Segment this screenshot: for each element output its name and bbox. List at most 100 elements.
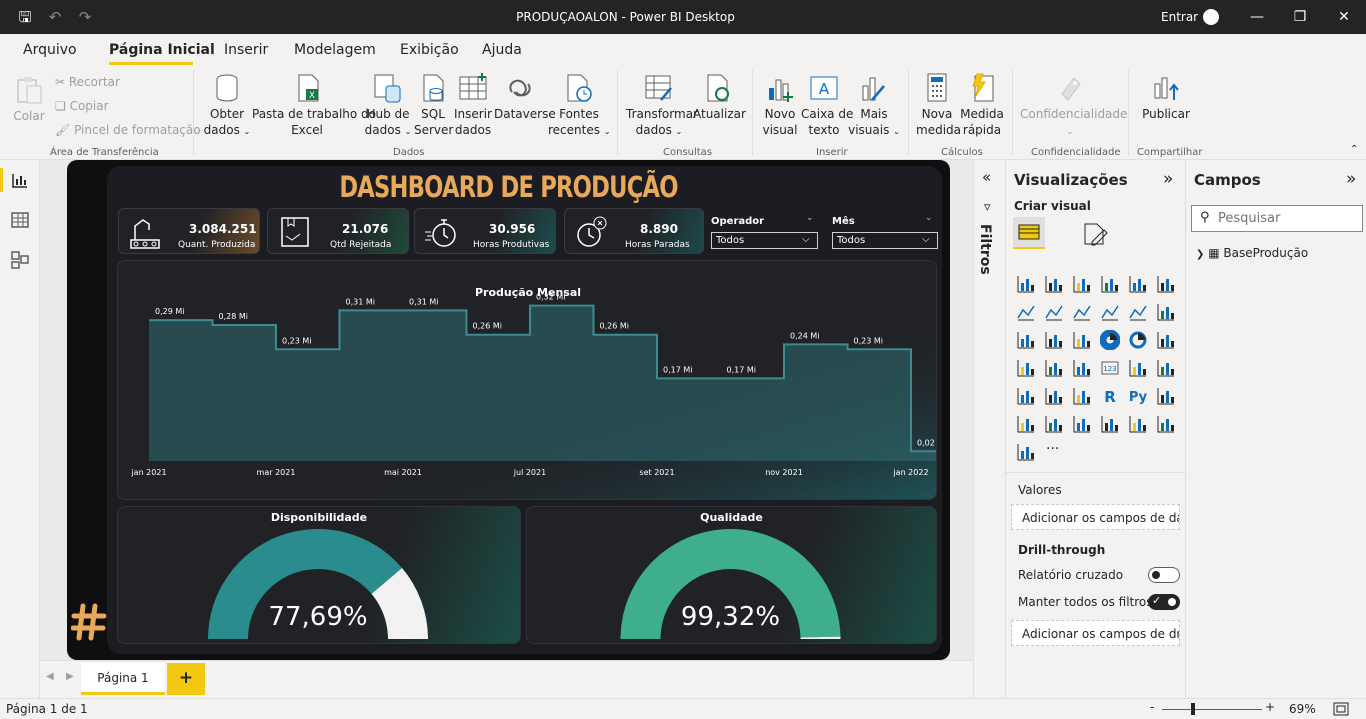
close-icon[interactable]: ✕ xyxy=(1332,8,1356,26)
filters-pane-collapsed[interactable]: « ▿ Filtros xyxy=(973,160,1005,698)
data-hub-button[interactable]: Hub de dados ⌄ xyxy=(364,72,412,140)
gauge-disponibilidade[interactable]: Disponibilidade 77,69% xyxy=(117,506,521,644)
transform-data-button[interactable]: Transformar dados ⌄ xyxy=(626,72,698,140)
drill-through-field-well[interactable]: Adicionar os campos de dr... xyxy=(1011,620,1180,646)
pie-chart-icon[interactable] xyxy=(1100,330,1120,350)
qa-icon[interactable] xyxy=(1044,414,1064,434)
waterfall-icon[interactable] xyxy=(1016,330,1036,350)
search-input[interactable] xyxy=(1218,209,1358,228)
area-chart-icon[interactable] xyxy=(1044,302,1064,322)
kpi-card-stopped-hours[interactable]: 8.890 Horas Paradas xyxy=(564,208,704,254)
get-data-button[interactable]: Obter dados ⌄ xyxy=(202,72,252,140)
kpi-icon[interactable] xyxy=(1156,358,1176,378)
metrics-icon[interactable] xyxy=(1128,414,1148,434)
keep-filters-toggle[interactable]: ✓ xyxy=(1148,594,1180,610)
line-column-icon[interactable] xyxy=(1100,302,1120,322)
collapse-viz-icon[interactable]: » xyxy=(1163,169,1173,189)
copy-button[interactable]: ❏ Copiar xyxy=(55,99,109,113)
quick-measure-button[interactable]: Medida rápida xyxy=(960,72,1004,138)
decomposition-tree-icon[interactable] xyxy=(1016,414,1036,434)
sql-server-button[interactable]: SQL Server xyxy=(414,72,453,138)
excel-button[interactable]: X Pasta de trabalho do Excel xyxy=(252,72,376,138)
filled-map-icon[interactable] xyxy=(1044,358,1064,378)
100-bar-icon[interactable] xyxy=(1128,274,1148,294)
clustered-bar-icon[interactable] xyxy=(1072,274,1092,294)
slicer-mes[interactable]: Mês ⌄ Todos ⌵ xyxy=(829,210,939,254)
kpi-card-productive-hours[interactable]: 30.956 Horas Produtivas xyxy=(414,208,556,254)
tab-modelagem[interactable]: Modelagem xyxy=(294,42,376,58)
donut-chart-icon[interactable] xyxy=(1128,330,1148,350)
tab-inserir[interactable]: Inserir xyxy=(224,42,268,58)
clustered-column-icon[interactable] xyxy=(1100,274,1120,294)
multi-row-card-icon[interactable] xyxy=(1128,358,1148,378)
slicer-icon[interactable] xyxy=(1016,386,1036,406)
table-view-icon[interactable] xyxy=(10,210,30,230)
avatar[interactable] xyxy=(1203,9,1219,25)
paste-button[interactable]: Colar xyxy=(12,74,46,124)
table-icon[interactable] xyxy=(1044,386,1064,406)
format-visual-icon[interactable] xyxy=(1080,220,1110,248)
dataverse-button[interactable]: Dataverse xyxy=(494,72,556,122)
python-visual-icon[interactable]: Py xyxy=(1128,386,1148,406)
restore-icon[interactable]: ❐ xyxy=(1288,8,1312,26)
tab-arquivo[interactable]: Arquivo xyxy=(23,42,77,58)
recent-sources-button[interactable]: Fontes recentes ⌄ xyxy=(548,72,611,140)
collapse-ribbon-icon[interactable]: ⌃ xyxy=(1350,144,1358,155)
paginated-report-icon[interactable] xyxy=(1100,414,1120,434)
page-tab-1[interactable]: Página 1 xyxy=(81,663,165,695)
collapse-fields-icon[interactable]: » xyxy=(1346,169,1356,189)
line-chart-icon[interactable] xyxy=(1016,302,1036,322)
report-view-icon[interactable] xyxy=(10,170,30,190)
fit-to-page-icon[interactable] xyxy=(1333,702,1349,716)
smart-narrative-icon[interactable] xyxy=(1072,414,1092,434)
new-measure-button[interactable]: Nova medida xyxy=(916,72,961,138)
power-automate-icon[interactable] xyxy=(1016,442,1036,462)
gauge-icon[interactable] xyxy=(1072,358,1092,378)
slicer-operador[interactable]: Operador ⌄ Todos ⌵ xyxy=(708,210,820,254)
enter-data-button[interactable]: Inserir dados xyxy=(454,72,492,138)
r-visual-icon[interactable]: R xyxy=(1100,386,1120,406)
more-visuals-ellipsis[interactable]: ··· xyxy=(1046,441,1059,457)
treemap-icon[interactable] xyxy=(1156,330,1176,350)
ribbon-chart-icon[interactable] xyxy=(1156,302,1176,322)
cut-button[interactable]: ✂ Recortar xyxy=(55,75,120,89)
publish-button[interactable]: Publicar xyxy=(1140,72,1192,122)
more-visuals-button[interactable]: Mais visuais ⌄ xyxy=(848,72,900,140)
kpi-card-rejected[interactable]: 21.076 Qtd Rejeitada xyxy=(267,208,409,254)
100-column-icon[interactable] xyxy=(1156,274,1176,294)
zoom-in-button[interactable]: + xyxy=(1265,700,1275,714)
field-table-item[interactable]: ❯ ▦ BaseProdução xyxy=(1196,246,1308,260)
sensitivity-button[interactable]: Confidencialidade ⌄ xyxy=(1020,72,1127,140)
funnel-icon[interactable] xyxy=(1044,330,1064,350)
line-clustered-icon[interactable] xyxy=(1128,302,1148,322)
sign-in-button[interactable]: Entrar xyxy=(1161,10,1198,24)
next-page-icon[interactable]: ▶ xyxy=(66,671,74,682)
stacked-bar-icon[interactable] xyxy=(1016,274,1036,294)
matrix-icon[interactable] xyxy=(1072,386,1092,406)
key-influencers-icon[interactable] xyxy=(1156,386,1176,406)
card-icon[interactable]: 123 xyxy=(1100,358,1120,378)
power-apps-icon[interactable] xyxy=(1156,414,1176,434)
stacked-column-icon[interactable] xyxy=(1044,274,1064,294)
zoom-slider-thumb[interactable] xyxy=(1190,703,1195,715)
expand-filters-icon[interactable]: « xyxy=(982,168,991,186)
values-field-well[interactable]: Adicionar os campos de da... xyxy=(1011,504,1180,530)
tab-ajuda[interactable]: Ajuda xyxy=(482,42,522,58)
model-view-icon[interactable] xyxy=(10,250,30,270)
tab-pagina-inicial[interactable]: Página Inicial xyxy=(109,42,215,58)
minimize-icon[interactable]: — xyxy=(1245,8,1269,26)
build-visual-tab[interactable] xyxy=(1013,217,1045,249)
refresh-button[interactable]: Atualizar xyxy=(693,72,746,122)
prev-page-icon[interactable]: ◀ xyxy=(46,671,54,682)
text-box-button[interactable]: A Caixa de texto xyxy=(801,72,853,138)
map-icon[interactable] xyxy=(1016,358,1036,378)
fields-search-box[interactable]: ⚲ xyxy=(1191,205,1363,232)
format-painter-button[interactable]: 🖌 Pincel de formatação xyxy=(55,123,201,137)
zoom-out-button[interactable]: - xyxy=(1150,700,1154,714)
gauge-qualidade[interactable]: Qualidade 99,32% xyxy=(526,506,937,644)
add-page-button[interactable]: + xyxy=(167,663,205,695)
new-visual-button[interactable]: Novo visual xyxy=(760,72,800,138)
zoom-slider[interactable] xyxy=(1162,709,1262,710)
tab-exibicao[interactable]: Exibição xyxy=(400,42,459,58)
cross-report-toggle[interactable] xyxy=(1148,567,1180,583)
